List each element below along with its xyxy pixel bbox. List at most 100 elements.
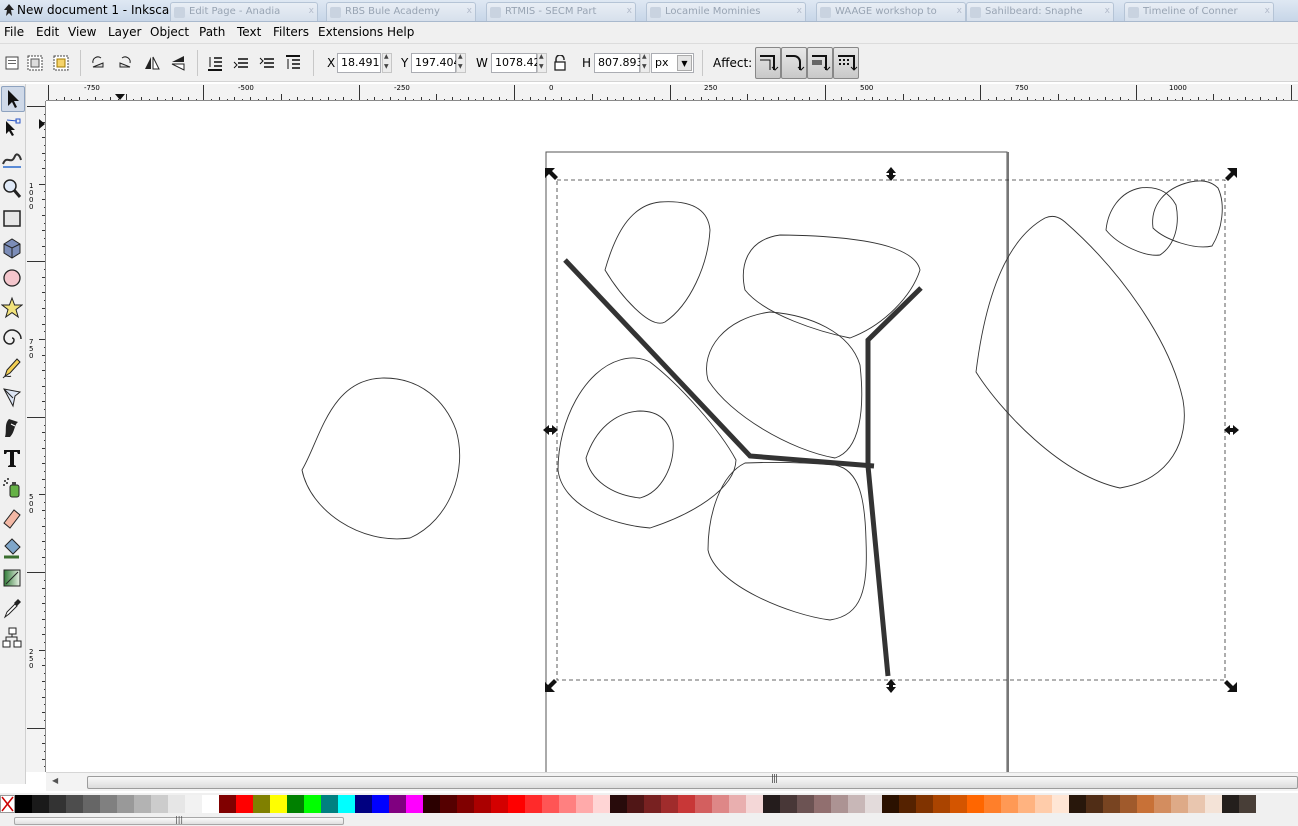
color-swatch[interactable] <box>100 795 117 813</box>
color-swatch[interactable] <box>389 795 406 813</box>
scale-handle-right[interactable] <box>1224 425 1239 435</box>
color-swatch[interactable] <box>355 795 372 813</box>
color-swatch[interactable] <box>593 795 610 813</box>
color-swatch[interactable] <box>525 795 542 813</box>
horizontal-ruler[interactable]: -750 -500 -250 0 250 500 750 1000 <box>46 84 1298 101</box>
menu-edit[interactable]: Edit <box>36 25 59 39</box>
color-swatch[interactable] <box>1035 795 1052 813</box>
h-field[interactable]: 807.893 <box>594 53 644 73</box>
color-swatch[interactable] <box>916 795 933 813</box>
scroll-left-icon[interactable]: ◀ <box>52 776 58 785</box>
color-swatch[interactable] <box>950 795 967 813</box>
color-swatch[interactable] <box>933 795 950 813</box>
color-swatch[interactable] <box>1052 795 1069 813</box>
spray-tool[interactable] <box>1 476 25 502</box>
color-swatch[interactable] <box>865 795 882 813</box>
pencil-tool[interactable] <box>1 356 25 382</box>
color-swatch[interactable] <box>882 795 899 813</box>
raise-to-top-icon[interactable] <box>284 54 302 72</box>
color-swatch[interactable] <box>610 795 627 813</box>
menu-path[interactable]: Path <box>199 25 225 39</box>
color-swatch[interactable] <box>576 795 593 813</box>
blob-shape[interactable] <box>557 357 737 529</box>
lower-icon[interactable] <box>232 54 250 72</box>
flip-horizontal-icon[interactable] <box>143 54 161 72</box>
rotate-ccw-icon[interactable] <box>89 54 107 72</box>
color-swatch[interactable] <box>219 795 236 813</box>
color-swatch[interactable] <box>474 795 491 813</box>
menu-layer[interactable]: Layer <box>108 25 141 39</box>
color-swatch[interactable] <box>202 795 219 813</box>
blob-shape[interactable] <box>301 377 460 540</box>
scale-handle-top-right[interactable] <box>1225 168 1237 181</box>
horizontal-scrollbar[interactable]: ◀ ||| <box>46 772 1298 791</box>
color-swatch[interactable] <box>338 795 355 813</box>
rectangle-tool[interactable] <box>1 206 25 232</box>
color-swatch[interactable] <box>372 795 389 813</box>
raise-icon[interactable] <box>258 54 276 72</box>
scale-handle-top-left[interactable] <box>545 168 558 180</box>
background-tab[interactable]: WAAGE workshop to <box>816 2 966 21</box>
menu-file[interactable]: File <box>4 25 24 39</box>
color-swatch[interactable] <box>117 795 134 813</box>
select-all-layers-icon[interactable] <box>26 54 44 72</box>
zoom-tool[interactable] <box>1 176 25 202</box>
scale-handle-bottom[interactable] <box>886 679 896 693</box>
color-swatch[interactable] <box>695 795 712 813</box>
deselect-icon[interactable] <box>52 54 70 72</box>
unit-select[interactable]: px ▼ <box>651 53 694 73</box>
palette-scrollbar[interactable]: ||| <box>14 815 344 825</box>
color-swatch[interactable] <box>15 795 32 813</box>
color-swatch[interactable] <box>542 795 559 813</box>
color-swatch[interactable] <box>287 795 304 813</box>
color-swatch[interactable] <box>797 795 814 813</box>
lower-to-bottom-icon[interactable] <box>206 54 224 72</box>
node-tool[interactable] <box>1 116 25 142</box>
calligraphy-tool[interactable] <box>1 416 25 442</box>
color-swatch[interactable] <box>253 795 270 813</box>
blob-shape[interactable] <box>742 234 921 339</box>
menu-filters[interactable]: Filters <box>273 25 309 39</box>
no-paint-swatch[interactable] <box>0 795 15 813</box>
color-swatch[interactable] <box>491 795 508 813</box>
color-swatch[interactable] <box>644 795 661 813</box>
color-swatch[interactable] <box>270 795 287 813</box>
background-tab[interactable]: RBS Bule Academy <box>326 2 476 21</box>
color-swatch[interactable] <box>304 795 321 813</box>
scale-handle-left[interactable] <box>543 425 558 435</box>
x-spinner[interactable] <box>382 53 392 73</box>
ellipse-tool[interactable] <box>1 266 25 292</box>
select-all-icon[interactable] <box>3 54 21 72</box>
background-tab[interactable]: Edit Page - Anadia <box>170 2 318 21</box>
color-swatch[interactable] <box>457 795 474 813</box>
color-swatch[interactable] <box>661 795 678 813</box>
color-swatch[interactable] <box>814 795 831 813</box>
spiral-tool[interactable] <box>1 326 25 352</box>
color-swatch[interactable] <box>1188 795 1205 813</box>
color-swatch[interactable] <box>508 795 525 813</box>
color-swatch[interactable] <box>1103 795 1120 813</box>
scale-handle-bottom-left[interactable] <box>545 679 557 692</box>
color-swatch[interactable] <box>1171 795 1188 813</box>
eraser-tool[interactable] <box>1 506 25 532</box>
menu-help[interactable]: Help <box>387 25 414 39</box>
color-swatch[interactable] <box>83 795 100 813</box>
color-swatch[interactable] <box>406 795 423 813</box>
y-field[interactable]: 197.404 <box>411 53 461 73</box>
color-swatch[interactable] <box>831 795 848 813</box>
transform-gradients-toggle[interactable] <box>807 47 833 79</box>
scale-handle-bottom-right[interactable] <box>1224 680 1237 692</box>
color-swatch[interactable] <box>151 795 168 813</box>
x-field[interactable]: 18.491 <box>337 53 381 73</box>
menu-text[interactable]: Text <box>237 25 261 39</box>
paint-bucket-tool[interactable] <box>1 536 25 562</box>
color-swatch[interactable] <box>559 795 576 813</box>
gradient-tool[interactable] <box>1 566 25 592</box>
color-swatch[interactable] <box>1137 795 1154 813</box>
color-swatch[interactable] <box>236 795 253 813</box>
thick-path[interactable] <box>865 286 923 677</box>
color-swatch[interactable] <box>1018 795 1035 813</box>
color-swatch[interactable] <box>32 795 49 813</box>
star-tool[interactable] <box>0 296 25 322</box>
rotate-cw-icon[interactable] <box>116 54 134 72</box>
